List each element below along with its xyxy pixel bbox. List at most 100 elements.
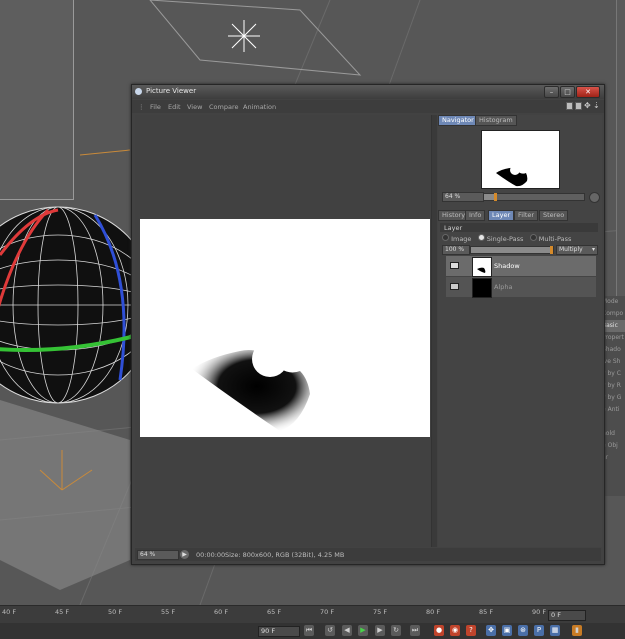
- opacity-value: 100 %: [445, 246, 465, 253]
- ruler-tick-label: 45 F: [55, 608, 70, 616]
- ruler-tick-label: 50 F: [108, 608, 123, 616]
- menu-view[interactable]: View: [187, 103, 202, 111]
- end-frame-field[interactable]: 0 F: [548, 610, 586, 621]
- navigator-zoom-field[interactable]: 64 %: [442, 192, 484, 202]
- panel-icon[interactable]: [575, 102, 582, 110]
- layer-thumbnail: [472, 278, 492, 298]
- layer-mode-radios: Image Single-Pass Multi-Pass: [442, 234, 571, 243]
- ruler-tick-label: 75 F: [373, 608, 388, 616]
- grid-key-button[interactable]: ▦: [550, 625, 560, 636]
- go-to-start-button[interactable]: ⏮: [304, 625, 314, 636]
- light-star-icon: [228, 20, 260, 52]
- tab-filter[interactable]: Filter: [514, 210, 539, 221]
- tab-histogram[interactable]: Histogram: [475, 115, 517, 126]
- left-viewport-panel: [0, 0, 74, 200]
- side-panel: Navigator Histogram 64 % History Info La…: [438, 115, 602, 547]
- loop-button[interactable]: ↺: [325, 625, 335, 636]
- menu-file[interactable]: File: [150, 103, 161, 111]
- scale-key-button[interactable]: ▣: [502, 625, 512, 636]
- eye-icon[interactable]: [450, 262, 459, 269]
- go-to-end-button[interactable]: ⏭: [410, 625, 420, 636]
- ruler-tick-label: 65 F: [267, 608, 282, 616]
- layer-name: Alpha: [494, 283, 513, 291]
- ruler-tick-label: 85 F: [479, 608, 494, 616]
- slider-knob[interactable]: [550, 246, 553, 254]
- record-icon: ●: [435, 626, 443, 634]
- rendered-image: [140, 219, 430, 437]
- opacity-slider[interactable]: [470, 246, 554, 254]
- help-button[interactable]: ?: [466, 625, 476, 636]
- zoom-reset-icon[interactable]: [589, 192, 600, 203]
- status-info: Size: 800x600, RGB (32Bit), 4.25 MB: [225, 551, 345, 559]
- panel-divider[interactable]: [431, 115, 437, 547]
- step-back-button[interactable]: ◀: [342, 625, 352, 636]
- ruler-tick-label: 80 F: [426, 608, 441, 616]
- slider-knob[interactable]: [494, 193, 497, 201]
- opacity-field[interactable]: 100 %: [442, 245, 470, 255]
- ruler-tick-label: 40 F: [2, 608, 17, 616]
- radio-multi-pass[interactable]: [529, 234, 537, 241]
- layer-row-alpha[interactable]: Alpha: [446, 277, 596, 298]
- picture-viewer-icon: [135, 88, 142, 95]
- tab-info[interactable]: Info: [465, 210, 486, 221]
- redo-button[interactable]: ↻: [391, 625, 401, 636]
- step-forward-button[interactable]: ▶: [375, 625, 385, 636]
- move-key-button[interactable]: ✥: [486, 625, 496, 636]
- tab-navigator[interactable]: Navigator: [438, 115, 478, 126]
- slider-fill: [484, 194, 494, 200]
- blend-mode-value: Multiply: [559, 246, 583, 253]
- move-icon[interactable]: ✥: [584, 102, 591, 110]
- menu-animation[interactable]: Animation: [243, 103, 276, 111]
- picture-viewer-window: Picture Viewer – □ ✕ ⋮ File Edit View Co…: [131, 84, 605, 565]
- blend-mode-select[interactable]: Multiply ▾: [556, 245, 598, 255]
- menu-bar: ⋮ File Edit View Compare Animation ✥ ⇣: [132, 100, 604, 113]
- menu-handle-icon: ⋮: [138, 103, 145, 111]
- maximize-button[interactable]: □: [560, 86, 575, 98]
- ruler-tick-label: 55 F: [161, 608, 176, 616]
- menu-edit[interactable]: Edit: [168, 103, 181, 111]
- minimize-icon: –: [549, 88, 554, 96]
- end-frame-value: 0 F: [551, 611, 561, 619]
- status-bar: 64 % ▶ 00:00:00 Size: 800x600, RGB (32Bi…: [135, 548, 601, 561]
- status-zoom-field[interactable]: 64 %: [137, 550, 179, 560]
- play-button[interactable]: ▶: [358, 625, 368, 636]
- title-bar[interactable]: Picture Viewer – □ ✕: [132, 85, 604, 99]
- layer-section-header: Layer: [440, 223, 598, 232]
- current-frame-value: 90 F: [261, 627, 276, 635]
- minimize-button[interactable]: –: [544, 86, 559, 98]
- right-scrollbar[interactable]: [616, 0, 625, 300]
- layer-heading: Layer: [444, 224, 463, 232]
- radio-single-pass[interactable]: [477, 234, 485, 241]
- chevron-down-icon: ▾: [591, 246, 595, 253]
- param-key-button[interactable]: P: [534, 625, 544, 636]
- rotate-key-button[interactable]: ⊛: [518, 625, 528, 636]
- record-button[interactable]: ●: [434, 625, 444, 636]
- ruler-tick-label: 60 F: [214, 608, 229, 616]
- navigator-zoom-value: 64 %: [445, 193, 461, 200]
- layout-icon[interactable]: [566, 102, 573, 110]
- transport-bar: 90 F ⏮ ↺ ◀ ▶ ▶ ↻ ⏭ ● ◉ ? ✥ ▣ ⊛ P ▦ ▮: [0, 623, 625, 639]
- menu-compare[interactable]: Compare: [209, 103, 239, 111]
- status-timecode: 00:00:00: [196, 551, 226, 559]
- navigator-thumbnail[interactable]: [481, 130, 560, 189]
- play-icon: ▶: [360, 626, 366, 634]
- window-title: Picture Viewer: [146, 87, 197, 95]
- scheme-button[interactable]: ▮: [572, 625, 582, 636]
- current-frame-field[interactable]: 90 F: [258, 626, 300, 637]
- tab-stereo[interactable]: Stereo: [539, 210, 569, 221]
- autokey-button[interactable]: ◉: [450, 625, 460, 636]
- radio-multi-pass-label: Multi-Pass: [538, 235, 572, 243]
- navigator-zoom-slider[interactable]: [483, 193, 585, 201]
- ruler-tick-label: 70 F: [320, 608, 335, 616]
- arrow-down-icon[interactable]: ⇣: [593, 102, 600, 110]
- play-icon[interactable]: ▶: [180, 550, 189, 559]
- layer-row-shadow[interactable]: Shadow: [446, 256, 596, 277]
- shadow-render: [192, 341, 310, 431]
- close-button[interactable]: ✕: [576, 86, 600, 98]
- tab-layer[interactable]: Layer: [488, 210, 515, 221]
- timeline-ruler[interactable]: 40 F 45 F 50 F 55 F 60 F 65 F 70 F 75 F …: [0, 605, 625, 624]
- eye-icon[interactable]: [450, 283, 459, 290]
- radio-image[interactable]: [442, 234, 449, 241]
- image-viewport[interactable]: [135, 115, 431, 547]
- maximize-icon: □: [564, 88, 571, 96]
